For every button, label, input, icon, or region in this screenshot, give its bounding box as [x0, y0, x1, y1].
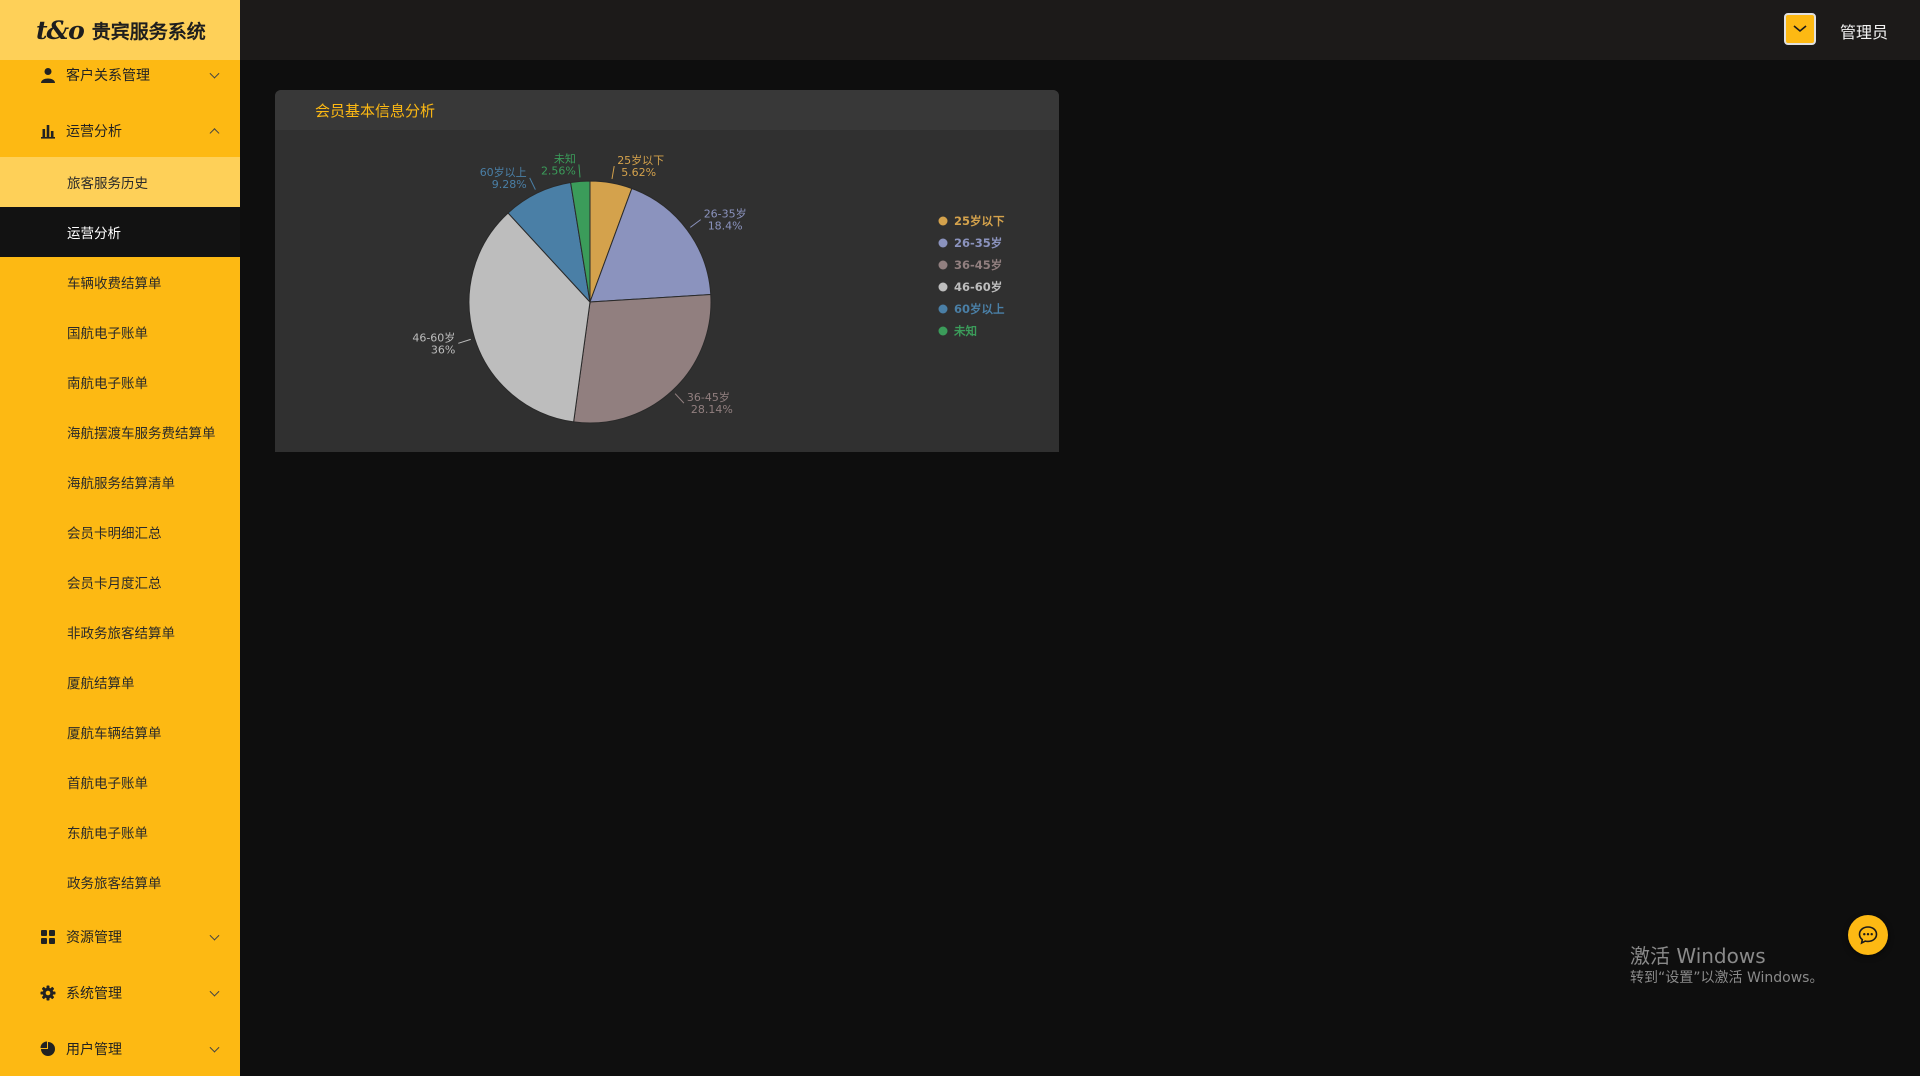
sidebar-item-member-card-detail[interactable]: 会员卡明细汇总: [0, 507, 240, 557]
legend-marker-2[interactable]: [938, 260, 948, 270]
menu-group-ops[interactable]: 运营分析: [0, 103, 240, 159]
activation-watermark-subtitle: 转到“设置”以激活 Windows。: [1630, 970, 1824, 986]
activation-watermark-title: 激活 Windows: [1630, 944, 1766, 968]
legend-label-2[interactable]: 36-45岁: [954, 258, 1002, 272]
sidebar-item-hainan-shuttle-settlement[interactable]: 海航摆渡车服务费结算单: [0, 407, 240, 457]
legend-marker-5[interactable]: [938, 326, 948, 336]
sidebar-item-capital-airlines-bill[interactable]: 首航电子账单: [0, 757, 240, 807]
member-info-card: 会员基本信息分析 25岁以下 5.62% 26-35岁 18.4% 36-45岁 28.1…: [275, 90, 1059, 452]
legend-marker-4[interactable]: [938, 304, 948, 314]
sidebar-item-xiamen-vehicle-settlement[interactable]: 厦航车辆结算单: [0, 707, 240, 757]
user-icon: [40, 67, 56, 83]
sidebar-item-china-southern-bill[interactable]: 南航电子账单: [0, 357, 240, 407]
pie-label-value-4: 9.28%: [492, 178, 527, 191]
sidebar-item-passenger-history[interactable]: 旅客服务历史: [0, 157, 240, 207]
pie-label-value-2: 28.14%: [691, 403, 733, 416]
menu-group-system[interactable]: 系统管理: [0, 965, 240, 1021]
legend-label-3[interactable]: 46-60岁: [954, 280, 1002, 294]
card-header: 会员基本信息分析: [275, 90, 1059, 130]
legend-marker-3[interactable]: [938, 282, 948, 292]
user-avatar-icon[interactable]: [1784, 13, 1816, 45]
sidebar-item-non-gov-settlement[interactable]: 非政务旅客结算单: [0, 607, 240, 657]
logo-icon: t&o: [36, 15, 85, 45]
pie-chart: 25岁以下5.62%26-35岁18.4%36-45岁28.14%46-60岁3…: [412, 151, 1005, 424]
sidebar: t&o 贵宾服务系统 客户关系管理 运营分析 旅客服务历史 运营分析 车辆收费结…: [0, 0, 240, 1076]
app-title: 贵宾服务系统: [91, 20, 206, 43]
sidebar-item-xiamen-settlement[interactable]: 厦航结算单: [0, 657, 240, 707]
pie-leader-line-4: [529, 177, 536, 190]
pie-label-name-1: 26-35岁: [704, 207, 747, 221]
bar-chart-icon: [40, 123, 56, 139]
sidebar-item-china-eastern-bill[interactable]: 东航电子账单: [0, 807, 240, 857]
pie-label-name-5: 未知: [554, 151, 576, 165]
chat-button[interactable]: [1848, 915, 1888, 955]
pie-leader-line-5: [578, 164, 581, 178]
card-title: 会员基本信息分析: [315, 101, 436, 120]
sidebar-item-ops-analysis[interactable]: 运营分析: [0, 207, 240, 257]
pie-label-name-3: 46-60岁: [412, 330, 455, 344]
pie-slices: [468, 180, 712, 424]
sidebar-item-gov-settlement[interactable]: 政务旅客结算单: [0, 857, 240, 907]
sidebar-item-air-china-bill[interactable]: 国航电子账单: [0, 307, 240, 357]
menu-group-crm[interactable]: 客户关系管理: [0, 47, 240, 103]
top-bar: 管理员: [240, 0, 1920, 60]
pie-leader-line-0: [611, 166, 615, 179]
pie-leader-line-3: [458, 338, 471, 344]
sidebar-item-hainan-service-list[interactable]: 海航服务结算清单: [0, 457, 240, 507]
user-name[interactable]: 管理员: [1840, 19, 1888, 43]
pie-leader-line-1: [689, 219, 702, 228]
grid-icon: [40, 929, 56, 945]
pie-label-value-5: 2.56%: [541, 164, 576, 177]
legend-label-0[interactable]: 25岁以下: [954, 214, 1005, 228]
pie-label-name-0: 25岁以下: [617, 153, 664, 167]
legend-marker-0[interactable]: [938, 216, 948, 226]
pie-label-name-4: 60岁以上: [480, 165, 527, 179]
legend-label-1[interactable]: 26-35岁: [954, 236, 1002, 250]
menu-group-resources[interactable]: 资源管理: [0, 909, 240, 965]
legend-label-4[interactable]: 60岁以上: [954, 302, 1005, 316]
chart-legend: 25岁以下 26-35岁 36-45岁 46-60岁 60岁以上未知: [938, 214, 1005, 338]
pie-label-value-1: 18.4%: [708, 220, 743, 233]
pie-leader-line-2: [674, 393, 685, 404]
pie-label-name-2: 36-45岁: [687, 390, 730, 404]
sidebar-item-vehicle-settlement[interactable]: 车辆收费结算单: [0, 257, 240, 307]
chat-bubble-icon: [1858, 926, 1878, 945]
pie-icon: [40, 1041, 56, 1057]
gear-icon: [40, 985, 56, 1001]
menu-group-users[interactable]: 用户管理: [0, 1021, 240, 1076]
pie-label-value-0: 5.62%: [621, 166, 656, 179]
sidebar-item-member-card-monthly[interactable]: 会员卡月度汇总: [0, 557, 240, 607]
legend-marker-1[interactable]: [938, 238, 948, 248]
pie-label-value-3: 36%: [431, 343, 455, 356]
legend-label-5[interactable]: 未知: [953, 324, 977, 338]
